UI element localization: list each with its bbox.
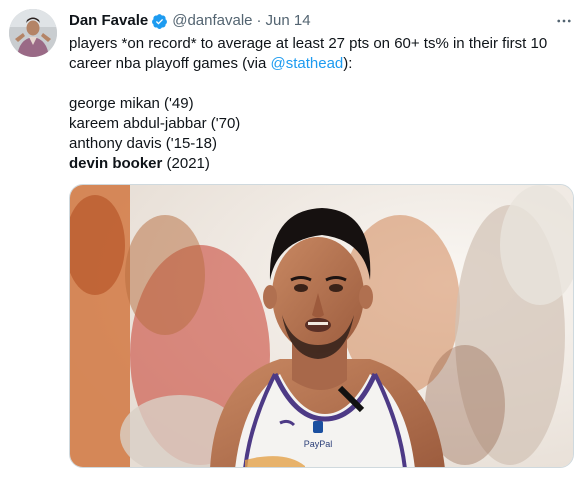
list-item: anthony davis ('15-18) <box>69 135 217 152</box>
author-name[interactable]: Dan Favale <box>69 11 148 31</box>
verified-badge-icon <box>151 13 168 30</box>
header-separator: · <box>256 12 262 29</box>
mention-link[interactable]: @stathead <box>271 55 344 72</box>
list-item: devin booker (2021) <box>69 155 210 172</box>
tweet-text: players *on record* to average at least … <box>69 34 574 174</box>
list-item: george mikan ('49) <box>69 95 194 112</box>
tweet-text-suffix: ): <box>343 55 353 72</box>
tweet-text-intro: players *on record* to average at least … <box>69 34 574 74</box>
jersey-brand: PayPal <box>304 439 333 449</box>
avatar-image <box>9 9 57 57</box>
tweet-date[interactable]: Jun 14 <box>266 11 311 31</box>
tweet-photo[interactable]: PayPal <box>69 184 574 468</box>
more-horizontal-icon[interactable] <box>554 11 574 31</box>
author-avatar[interactable] <box>9 9 57 57</box>
tweet-header: Dan Favale @danfavale · Jun 14 <box>69 11 574 31</box>
list-item: kareem abdul-jabbar ('70) <box>69 115 241 132</box>
author-handle[interactable]: @danfavale <box>172 11 252 31</box>
player-photo: PayPal <box>70 185 573 467</box>
tweet[interactable]: Dan Favale @danfavale · Jun 14 players *… <box>0 0 586 478</box>
